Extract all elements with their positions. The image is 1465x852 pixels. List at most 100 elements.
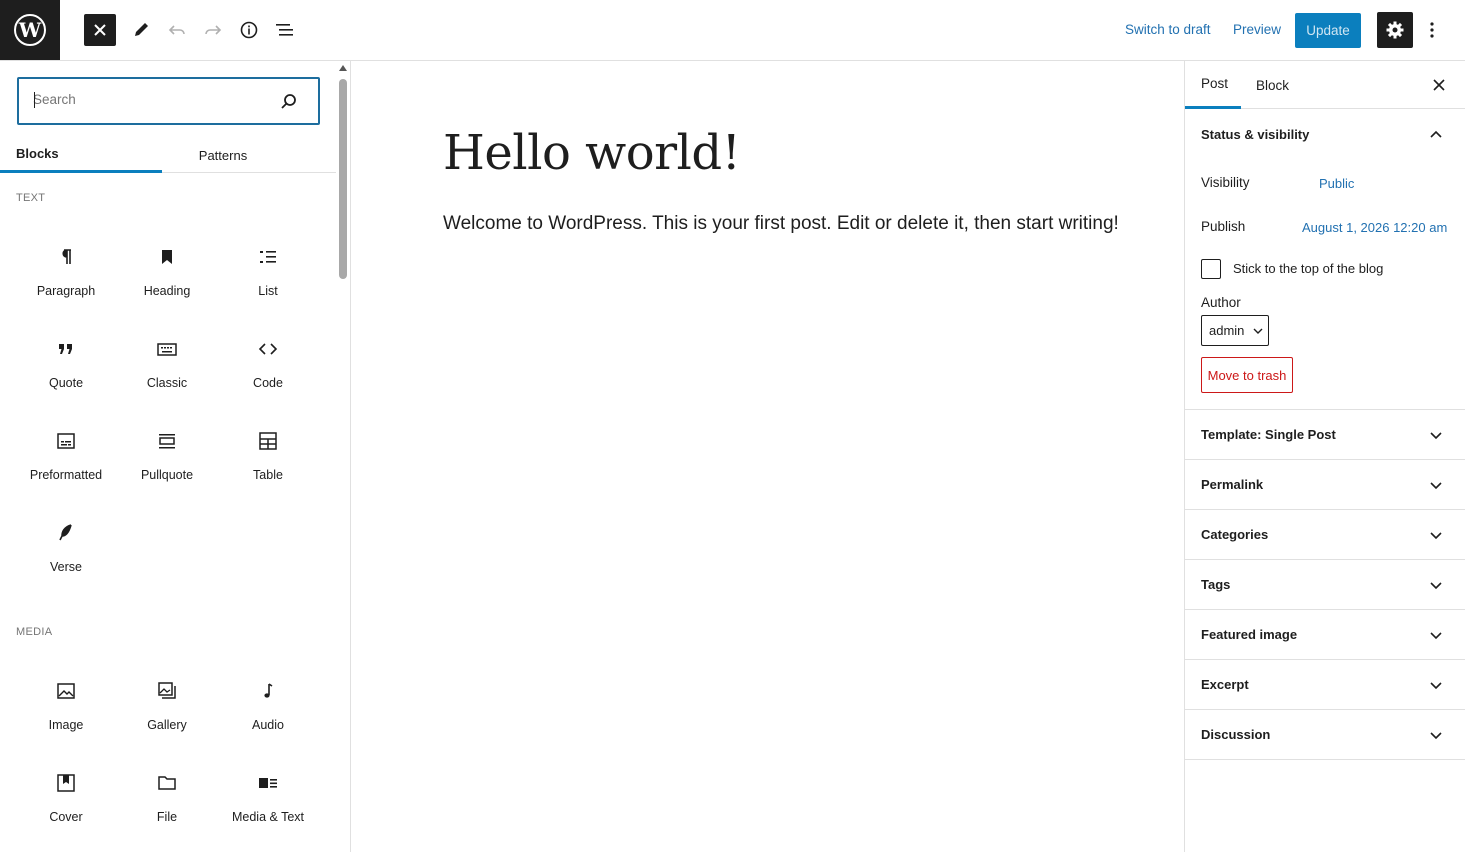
publish-date-toggle[interactable]: August 1, 2026 12:20 am <box>1302 220 1447 235</box>
scroll-up-arrow-icon[interactable] <box>339 65 347 71</box>
block-label: Gallery <box>147 718 187 732</box>
block-label: Code <box>253 376 283 390</box>
tools-button[interactable] <box>125 14 157 46</box>
block-pullquote[interactable]: Pullquote <box>117 421 217 501</box>
inserter-scrollbar[interactable] <box>337 61 349 852</box>
stick-to-top-label[interactable]: Stick to the top of the blog <box>1233 261 1383 276</box>
block-audio[interactable]: Audio <box>218 671 318 751</box>
redo-button[interactable] <box>197 14 229 46</box>
image-icon <box>54 679 78 703</box>
panel-categories[interactable]: Categories <box>1185 510 1465 560</box>
chevron-down-icon <box>1430 632 1442 640</box>
inserter-tabs: Blocks Patterns <box>0 137 336 173</box>
paragraph-block[interactable]: Welcome to WordPress. This is your first… <box>443 213 1119 235</box>
panel-tags[interactable]: Tags <box>1185 560 1465 610</box>
undo-button[interactable] <box>161 14 193 46</box>
chevron-down-icon <box>1430 682 1442 690</box>
panel-permalink[interactable]: Permalink <box>1185 460 1465 510</box>
section-title-media: Media <box>16 626 53 638</box>
panel-excerpt[interactable]: Excerpt <box>1185 660 1465 710</box>
settings-button[interactable] <box>1377 12 1413 48</box>
status-visibility-panel: Status & visibility Visibility Public Pu… <box>1185 109 1465 410</box>
pencil-icon <box>135 23 148 36</box>
panel-featured-image[interactable]: Featured image <box>1185 610 1465 660</box>
tab-post[interactable]: Post <box>1185 61 1241 109</box>
code-icon <box>256 337 280 361</box>
post-title[interactable]: Hello world! <box>443 125 741 181</box>
update-button[interactable]: Update <box>1295 13 1361 48</box>
preview-button[interactable]: Preview <box>1233 22 1281 37</box>
block-classic[interactable]: Classic <box>117 329 217 409</box>
stick-to-top-checkbox[interactable] <box>1201 259 1221 279</box>
chevron-down-icon <box>1430 732 1442 740</box>
block-cover[interactable]: Cover <box>16 763 116 843</box>
panel-title: Categories <box>1201 527 1269 542</box>
block-label: Audio <box>252 718 284 732</box>
close-settings-button[interactable] <box>1429 75 1449 95</box>
close-inserter-button[interactable] <box>84 14 116 46</box>
paragraph-icon <box>54 245 78 269</box>
undo-icon <box>168 25 185 35</box>
block-image[interactable]: Image <box>16 671 116 751</box>
panel-title: Tags <box>1201 577 1231 592</box>
block-media-text[interactable]: Media & Text <box>218 763 318 843</box>
author-select[interactable]: admin <box>1201 315 1269 346</box>
close-icon <box>1433 79 1445 91</box>
block-heading[interactable]: Heading <box>117 237 217 317</box>
panel-title: Discussion <box>1201 727 1271 742</box>
block-label: List <box>258 284 278 298</box>
wordpress-logo-button[interactable]: W <box>0 0 60 60</box>
list-view-icon <box>276 24 293 36</box>
chevron-down-icon <box>1430 532 1442 540</box>
block-label: Media & Text <box>231 810 305 824</box>
block-quote[interactable]: Quote <box>16 329 116 409</box>
settings-sidebar: Post Block Status & visibility Visibilit… <box>1184 61 1465 852</box>
block-file[interactable]: File <box>117 763 217 843</box>
block-label: Table <box>253 468 283 482</box>
document-overview-button[interactable] <box>269 14 301 46</box>
block-table[interactable]: Table <box>218 421 318 501</box>
editor-canvas: Hello world! Welcome to WordPress. This … <box>351 61 1184 852</box>
block-gallery[interactable]: Gallery <box>117 671 217 751</box>
chevron-down-icon <box>1430 582 1442 590</box>
block-label: Preformatted <box>29 468 103 482</box>
tab-blocks[interactable]: Blocks <box>0 137 162 173</box>
panel-title: Excerpt <box>1201 677 1249 692</box>
panel-discussion[interactable]: Discussion <box>1185 710 1465 760</box>
block-list[interactable]: List <box>218 237 318 317</box>
details-button[interactable] <box>233 14 265 46</box>
block-search-box[interactable] <box>17 77 320 125</box>
pullquote-icon <box>155 429 179 453</box>
block-verse[interactable]: Verse <box>16 513 116 593</box>
tab-patterns[interactable]: Patterns <box>162 137 324 173</box>
panel-title[interactable]: Status & visibility <box>1201 127 1309 142</box>
list-icon <box>256 245 280 269</box>
block-inserter-panel: Blocks Patterns Text Paragraph Heading L… <box>0 61 351 852</box>
panel-title: Template: Single Post <box>1201 427 1336 442</box>
block-label: Verse <box>50 560 82 574</box>
block-search-input[interactable] <box>33 92 263 107</box>
move-to-trash-button[interactable]: Move to trash <box>1201 357 1293 393</box>
block-code[interactable]: Code <box>218 329 318 409</box>
options-button[interactable] <box>1420 14 1444 46</box>
panel-title: Permalink <box>1201 477 1264 492</box>
svg-text:W: W <box>18 18 42 42</box>
visibility-label: Visibility <box>1201 175 1250 190</box>
block-label: Classic <box>146 376 188 390</box>
block-preformatted[interactable]: Preformatted <box>16 421 116 501</box>
block-paragraph[interactable]: Paragraph <box>16 237 116 317</box>
cover-icon <box>54 771 78 795</box>
section-title-text: Text <box>16 192 46 204</box>
scrollbar-thumb[interactable] <box>339 79 347 279</box>
chevron-up-icon[interactable] <box>1428 127 1444 143</box>
preformatted-icon <box>54 429 78 453</box>
author-select-value: admin <box>1209 323 1245 338</box>
block-label: File <box>156 810 178 824</box>
sidebar-tabs: Post Block <box>1185 61 1465 109</box>
search-icon <box>281 94 296 109</box>
music-note-icon <box>256 679 280 703</box>
visibility-toggle[interactable]: Public <box>1319 176 1354 191</box>
switch-to-draft-button[interactable]: Switch to draft <box>1125 22 1211 37</box>
panel-template[interactable]: Template: Single Post <box>1185 410 1465 460</box>
tab-block[interactable]: Block <box>1256 61 1289 109</box>
